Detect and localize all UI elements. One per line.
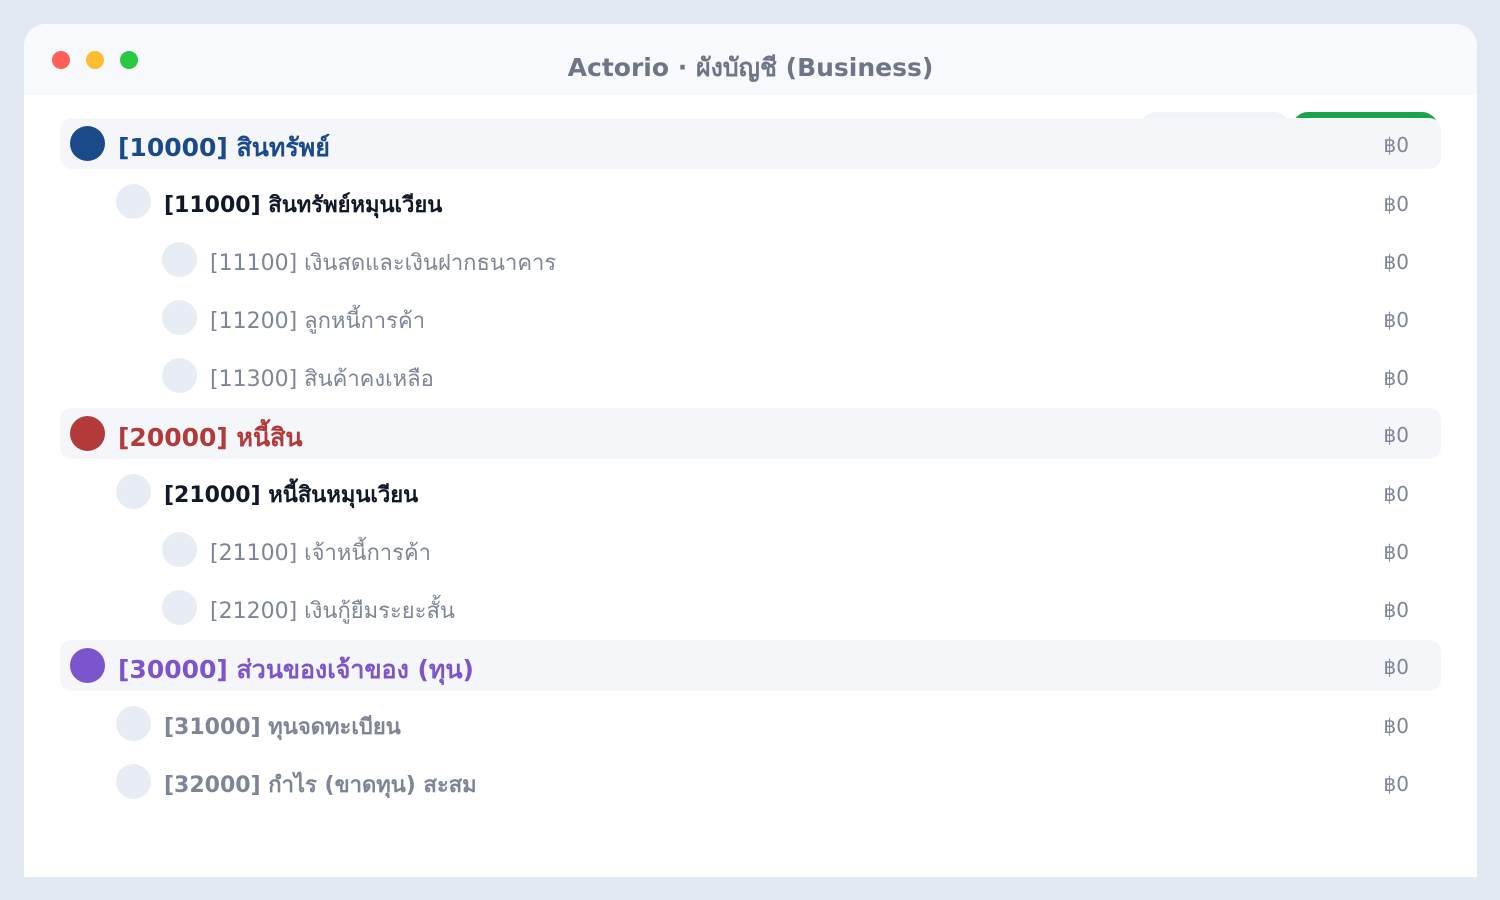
account-balance: ฿0 xyxy=(1383,540,1409,564)
account-label: [21200] เงินกู้ยืมระยะสั้น xyxy=(210,599,455,624)
account-row[interactable]: [11100] เงินสดและเงินฝากธนาคาร ฿0 xyxy=(60,234,1441,292)
account-balance: ฿0 xyxy=(1383,366,1409,390)
account-row[interactable]: [21000] หนี้สินหมุนเวียน ฿0 xyxy=(60,466,1441,524)
account-label: [21000] หนี้สินหมุนเวียน xyxy=(164,483,419,508)
app-window: Actorio · ผังบัญชี (Business) [10000] สิ… xyxy=(24,24,1477,877)
account-balance: ฿0 xyxy=(1383,250,1409,274)
account-group-color-dot xyxy=(70,416,105,451)
account-expand-dot[interactable] xyxy=(162,300,197,335)
account-balance: ฿0 xyxy=(1383,482,1409,506)
account-label: [21100] เจ้าหนี้การค้า xyxy=(210,541,432,566)
account-group-row[interactable]: [30000] ส่วนของเจ้าของ (ทุน) ฿0 xyxy=(60,640,1441,691)
account-expand-dot[interactable] xyxy=(162,358,197,393)
account-balance: ฿0 xyxy=(1383,133,1409,157)
account-label: [11200] ลูกหนี้การค้า xyxy=(210,309,426,334)
account-label: [11300] สินค้าคงเหลือ xyxy=(210,367,434,392)
account-balance: ฿0 xyxy=(1383,308,1409,332)
account-balance: ฿0 xyxy=(1383,655,1409,679)
account-expand-dot[interactable] xyxy=(162,532,197,567)
account-row[interactable]: [32000] กำไร (ขาดทุน) สะสม ฿0 xyxy=(60,756,1441,814)
account-balance: ฿0 xyxy=(1383,772,1409,796)
account-label: [30000] ส่วนของเจ้าของ (ทุน) xyxy=(118,655,474,684)
account-label: [31000] ทุนจดทะเบียน xyxy=(164,715,401,740)
account-balance: ฿0 xyxy=(1383,192,1409,216)
account-expand-dot[interactable] xyxy=(116,764,151,799)
account-expand-dot[interactable] xyxy=(116,706,151,741)
account-label: [20000] หนี้สิน xyxy=(118,423,303,452)
account-label: [32000] กำไร (ขาดทุน) สะสม xyxy=(164,773,477,798)
account-row[interactable]: [11000] สินทรัพย์หมุนเวียน ฿0 xyxy=(60,176,1441,234)
title-bar: Actorio · ผังบัญชี (Business) xyxy=(24,24,1477,95)
chart-of-accounts-panel: [10000] สินทรัพย์ ฿0 [11000] สินทรัพย์หมุน… xyxy=(24,95,1477,877)
account-balance: ฿0 xyxy=(1383,714,1409,738)
account-row[interactable]: [11200] ลูกหนี้การค้า ฿0 xyxy=(60,292,1441,350)
account-label: [10000] สินทรัพย์ xyxy=(118,133,330,162)
account-expand-dot[interactable] xyxy=(162,590,197,625)
account-balance: ฿0 xyxy=(1383,423,1409,447)
account-group-color-dot xyxy=(70,648,105,683)
account-expand-dot[interactable] xyxy=(116,184,151,219)
account-group-color-dot xyxy=(70,126,105,161)
account-label: [11000] สินทรัพย์หมุนเวียน xyxy=(164,193,443,218)
account-row[interactable]: [21100] เจ้าหนี้การค้า ฿0 xyxy=(60,524,1441,582)
account-expand-dot[interactable] xyxy=(116,474,151,509)
account-group-row[interactable]: [20000] หนี้สิน ฿0 xyxy=(60,408,1441,459)
account-label: [11100] เงินสดและเงินฝากธนาคาร xyxy=(210,251,557,276)
account-row[interactable]: [21200] เงินกู้ยืมระยะสั้น ฿0 xyxy=(60,582,1441,640)
account-balance: ฿0 xyxy=(1383,598,1409,622)
account-row[interactable]: [11300] สินค้าคงเหลือ ฿0 xyxy=(60,350,1441,408)
account-group-row[interactable]: [10000] สินทรัพย์ ฿0 xyxy=(60,118,1441,169)
account-expand-dot[interactable] xyxy=(162,242,197,277)
account-row[interactable]: [31000] ทุนจดทะเบียน ฿0 xyxy=(60,698,1441,756)
account-tree: [10000] สินทรัพย์ ฿0 [11000] สินทรัพย์หมุน… xyxy=(60,118,1441,814)
window-title: Actorio · ผังบัญชี (Business) xyxy=(567,53,934,82)
